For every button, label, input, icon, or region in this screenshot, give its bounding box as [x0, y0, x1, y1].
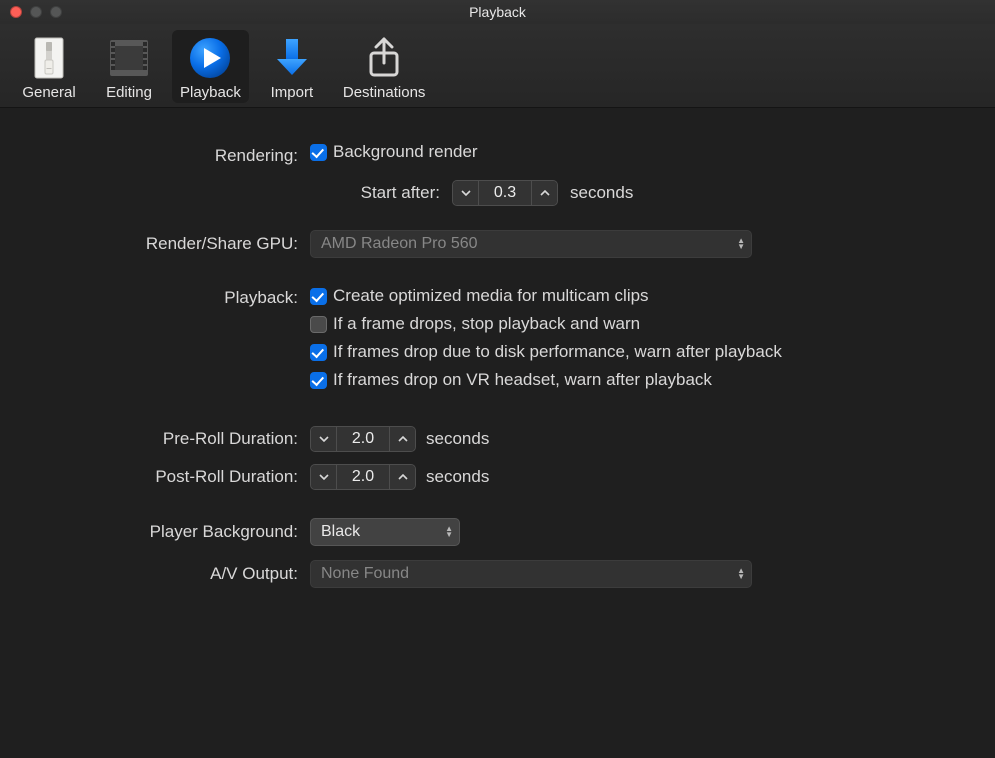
stepper-start-after[interactable]: 0.3 — [452, 180, 558, 206]
tab-label: Import — [271, 84, 314, 101]
checkbox-stop-on-drop[interactable] — [310, 316, 327, 333]
tab-playback[interactable]: Playback — [172, 30, 249, 103]
chevron-down-icon[interactable] — [311, 465, 337, 489]
preferences-toolbar: General Editing — [0, 24, 995, 108]
checkbox-create-optimized[interactable] — [310, 288, 327, 305]
select-av-output[interactable]: None Found ▲▼ — [310, 560, 752, 588]
unit-seconds: seconds — [426, 429, 489, 449]
label-post-roll: Post-Roll Duration: — [30, 467, 310, 487]
stepper-value[interactable]: 2.0 — [337, 427, 389, 451]
close-window-button[interactable] — [10, 6, 22, 18]
tab-label: General — [22, 84, 75, 101]
select-player-background[interactable]: Black ▲▼ — [310, 518, 460, 546]
chevron-down-icon[interactable] — [311, 427, 337, 451]
unit-seconds: seconds — [426, 467, 489, 487]
tab-import[interactable]: Import — [255, 30, 329, 103]
general-icon — [20, 34, 78, 82]
tab-label: Destinations — [343, 84, 426, 101]
row-av-output: A/V Output: None Found ▲▼ — [30, 560, 965, 588]
row-pre-roll: Pre-Roll Duration: 2.0 seconds — [30, 426, 965, 452]
checkbox-label: Create optimized media for multicam clip… — [333, 286, 649, 306]
row-rendering: Rendering: Background render — [30, 142, 965, 170]
row-gpu: Render/Share GPU: AMD Radeon Pro 560 ▲▼ — [30, 230, 965, 258]
label-gpu: Render/Share GPU: — [30, 234, 310, 254]
window-title: Playback — [0, 4, 995, 20]
checkbox-label: If frames drop due to disk performance, … — [333, 342, 782, 362]
updown-carets-icon: ▲▼ — [737, 238, 745, 250]
stepper-value[interactable]: 2.0 — [337, 465, 389, 489]
zoom-window-button[interactable] — [50, 6, 62, 18]
label-playback: Playback: — [30, 286, 310, 308]
label-rendering: Rendering: — [30, 146, 310, 166]
tab-destinations[interactable]: Destinations — [335, 30, 434, 103]
chevron-up-icon[interactable] — [389, 427, 415, 451]
row-player-background: Player Background: Black ▲▼ — [30, 518, 965, 546]
playback-icon — [181, 34, 239, 82]
checkbox-background-render[interactable] — [310, 144, 327, 161]
destinations-icon — [355, 34, 413, 82]
tab-editing[interactable]: Editing — [92, 30, 166, 103]
checkbox-vr-headset-warn[interactable] — [310, 372, 327, 389]
chevron-up-icon[interactable] — [531, 181, 557, 205]
stepper-post-roll[interactable]: 2.0 — [310, 464, 416, 490]
checkbox-label: If a frame drops, stop playback and warn — [333, 314, 640, 334]
window-controls — [0, 6, 62, 18]
checkbox-disk-perf-warn[interactable] — [310, 344, 327, 361]
import-icon — [263, 34, 321, 82]
minimize-window-button[interactable] — [30, 6, 42, 18]
titlebar: Playback — [0, 0, 995, 24]
tab-general[interactable]: General — [12, 30, 86, 103]
stepper-pre-roll[interactable]: 2.0 — [310, 426, 416, 452]
label-player-background: Player Background: — [30, 522, 310, 542]
select-value: None Found — [321, 565, 409, 583]
chevron-down-icon[interactable] — [453, 181, 479, 205]
updown-carets-icon: ▲▼ — [445, 526, 453, 538]
checkbox-label: Background render — [333, 142, 478, 162]
label-av-output: A/V Output: — [30, 564, 310, 584]
select-value: Black — [321, 523, 360, 541]
stepper-value[interactable]: 0.3 — [479, 181, 531, 205]
row-playback: Playback: Create optimized media for mul… — [30, 286, 965, 398]
tab-label: Playback — [180, 84, 241, 101]
row-post-roll: Post-Roll Duration: 2.0 seconds — [30, 464, 965, 490]
updown-carets-icon: ▲▼ — [737, 568, 745, 580]
label-start-after: Start after: — [30, 183, 452, 203]
select-gpu[interactable]: AMD Radeon Pro 560 ▲▼ — [310, 230, 752, 258]
label-pre-roll: Pre-Roll Duration: — [30, 429, 310, 449]
unit-seconds: seconds — [570, 183, 633, 203]
tab-label: Editing — [106, 84, 152, 101]
row-start-after: Start after: 0.3 seconds — [30, 180, 965, 206]
preferences-content: Rendering: Background render Start after… — [0, 108, 995, 624]
checkbox-label: If frames drop on VR headset, warn after… — [333, 370, 712, 390]
editing-icon — [100, 34, 158, 82]
chevron-up-icon[interactable] — [389, 465, 415, 489]
select-value: AMD Radeon Pro 560 — [321, 235, 478, 253]
